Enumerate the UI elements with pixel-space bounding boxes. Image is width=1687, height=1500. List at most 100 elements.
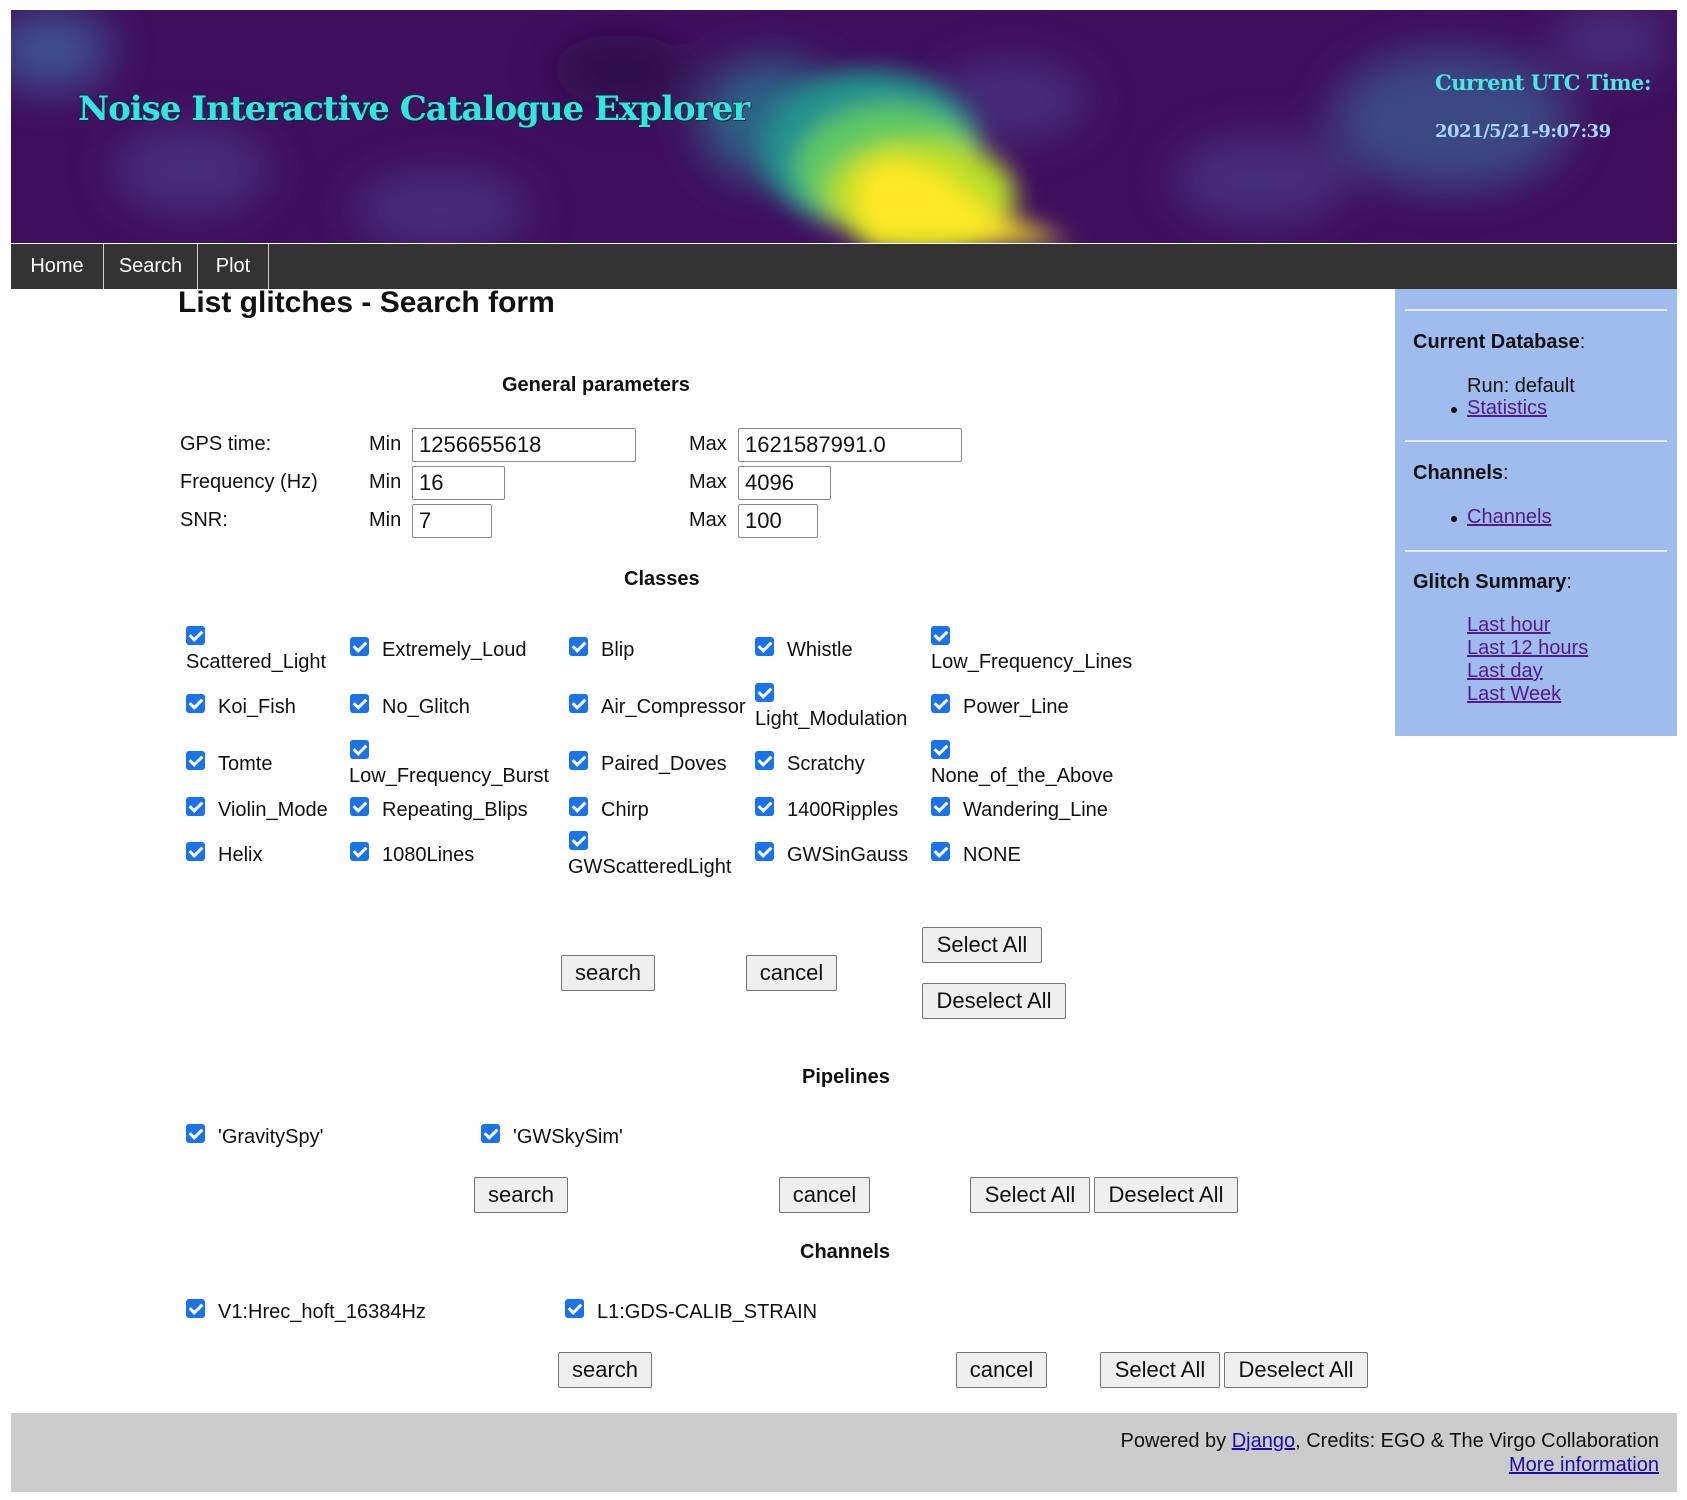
class-label-wandering-line: Wandering_Line (963, 799, 1108, 821)
channel-checkbox-v1[interactable] (186, 1299, 205, 1318)
classes-deselect-all-button[interactable]: Deselect All (922, 983, 1066, 1019)
class-checkbox-paired-doves[interactable] (569, 751, 588, 770)
pipelines-search-button[interactable]: search (474, 1177, 568, 1213)
bullet-icon (1451, 516, 1457, 522)
glitch-summary-heading: Glitch Summary: (1413, 571, 1572, 593)
class-checkbox-1080lines[interactable] (350, 842, 369, 861)
classes-cancel-button[interactable]: cancel (746, 955, 837, 991)
class-label-no-glitch: No_Glitch (382, 696, 470, 718)
more-information-link[interactable]: More information (1509, 1454, 1659, 1477)
class-checkbox-whistle[interactable] (755, 637, 774, 656)
channels-heading: Channels: (1413, 462, 1509, 484)
nav-plot[interactable]: Plot (198, 244, 269, 289)
summary-link-last-12-hours[interactable]: Last 12 hours (1467, 637, 1588, 660)
class-label-gwsingauss: GWSinGauss (787, 844, 909, 866)
channel-label-v1: V1:Hrec_hoft_16384Hz (218, 1301, 426, 1323)
class-checkbox-low-frequency-burst[interactable] (350, 740, 369, 759)
class-label-none: NONE (963, 844, 1021, 866)
classes-title: Classes (624, 568, 700, 590)
gps-time-label: GPS time: (180, 433, 272, 455)
channels-select-all-button[interactable]: Select All (1100, 1352, 1220, 1388)
class-checkbox-blip[interactable] (569, 637, 588, 656)
frequency-min-input[interactable] (412, 466, 505, 500)
gps-min-input[interactable] (412, 428, 636, 462)
class-label-tomte: Tomte (218, 753, 273, 775)
sidebar-divider (1405, 550, 1667, 552)
class-checkbox-wandering-line[interactable] (931, 797, 950, 816)
class-label-helix: Helix (218, 844, 263, 866)
sidebar-divider (1405, 440, 1667, 442)
statistics-link[interactable]: Statistics (1467, 397, 1547, 420)
classes-select-all-button[interactable]: Select All (922, 927, 1042, 963)
class-label-extremely-loud: Extremely_Loud (382, 639, 527, 661)
class-label-scratchy: Scratchy (787, 753, 865, 775)
class-label-violin-mode: Violin_Mode (218, 799, 328, 821)
class-checkbox-chirp[interactable] (569, 797, 588, 816)
classes-search-button[interactable]: search (561, 955, 655, 991)
gps-max-input[interactable] (738, 428, 962, 462)
class-checkbox-repeating-blips[interactable] (350, 797, 369, 816)
sidebar: Current Database: Run: default Statistic… (1395, 289, 1677, 736)
class-checkbox-low-frequency-lines[interactable] (931, 626, 950, 645)
channel-checkbox-l1[interactable] (565, 1299, 584, 1318)
snr-label: SNR: (180, 509, 228, 531)
pipeline-checkbox-gwskysim[interactable] (481, 1124, 500, 1143)
frequency-max-label: Max (689, 471, 727, 493)
class-checkbox-1400ripples[interactable] (755, 797, 774, 816)
class-checkbox-tomte[interactable] (186, 751, 205, 770)
class-label-whistle: Whistle (787, 639, 853, 661)
frequency-max-input[interactable] (738, 466, 831, 500)
footer: Powered by Django, Credits: EGO & The Vi… (11, 1413, 1677, 1492)
class-label-koi-fish: Koi_Fish (218, 696, 296, 718)
summary-link-last-day[interactable]: Last day (1467, 660, 1543, 683)
channels-link[interactable]: Channels (1467, 506, 1552, 529)
gps-min-label: Min (369, 433, 402, 455)
snr-max-input[interactable] (738, 504, 818, 538)
summary-link-last-hour[interactable]: Last hour (1467, 614, 1550, 637)
class-checkbox-violin-mode[interactable] (186, 797, 205, 816)
class-label-blip: Blip (601, 639, 635, 661)
snr-min-input[interactable] (412, 504, 492, 538)
current-database-label: Current Database (1413, 331, 1580, 353)
class-label-none-of-the-above: None_of_the_Above (931, 765, 1114, 787)
class-checkbox-light-modulation[interactable] (755, 683, 774, 702)
pipelines-cancel-button[interactable]: cancel (779, 1177, 870, 1213)
nav-home[interactable]: Home (11, 244, 104, 289)
channels-deselect-all-button[interactable]: Deselect All (1224, 1352, 1368, 1388)
class-checkbox-extremely-loud[interactable] (350, 637, 369, 656)
channel-label-l1: L1:GDS-CALIB_STRAIN (597, 1301, 818, 1323)
summary-link-last-week[interactable]: Last Week (1467, 683, 1561, 706)
channels-cancel-button[interactable]: cancel (956, 1352, 1047, 1388)
class-label-scattered-light: Scattered_Light (186, 651, 327, 673)
class-label-chirp: Chirp (601, 799, 649, 821)
channels-title: Channels (800, 1241, 891, 1263)
class-checkbox-air-compressor[interactable] (569, 694, 588, 713)
class-checkbox-scattered-light[interactable] (186, 626, 205, 645)
credits-text: , Credits: EGO & The Virgo Collaboration (1295, 1430, 1659, 1452)
class-checkbox-none-of-the-above[interactable] (931, 740, 950, 759)
class-checkbox-none[interactable] (931, 842, 950, 861)
frequency-label: Frequency (Hz) (180, 471, 318, 493)
class-checkbox-helix[interactable] (186, 842, 205, 861)
django-link[interactable]: Django (1232, 1430, 1295, 1452)
pipelines-select-all-button[interactable]: Select All (970, 1177, 1090, 1213)
nav-search[interactable]: Search (104, 244, 198, 289)
pipeline-label-gravityspy: 'GravitySpy' (218, 1126, 324, 1148)
class-checkbox-power-line[interactable] (931, 694, 950, 713)
class-label-low-frequency-lines: Low_Frequency_Lines (931, 651, 1133, 673)
class-checkbox-gwsingauss[interactable] (755, 842, 774, 861)
site-title: Noise Interactive Catalogue Explorer (78, 89, 750, 129)
class-label-paired-doves: Paired_Doves (601, 753, 727, 775)
pipelines-title: Pipelines (802, 1066, 890, 1088)
class-checkbox-no-glitch[interactable] (350, 694, 369, 713)
pipeline-checkbox-gravityspy[interactable] (186, 1124, 205, 1143)
class-checkbox-scratchy[interactable] (755, 751, 774, 770)
class-label-repeating-blips: Repeating_Blips (382, 799, 528, 821)
class-checkbox-koi-fish[interactable] (186, 694, 205, 713)
pipelines-deselect-all-button[interactable]: Deselect All (1094, 1177, 1238, 1213)
channels-search-button[interactable]: search (558, 1352, 652, 1388)
class-checkbox-gwscatteredlight[interactable] (569, 831, 588, 850)
snr-max-label: Max (689, 509, 727, 531)
class-label-1080lines: 1080Lines (382, 844, 475, 866)
run-label: Run: default (1467, 375, 1575, 397)
